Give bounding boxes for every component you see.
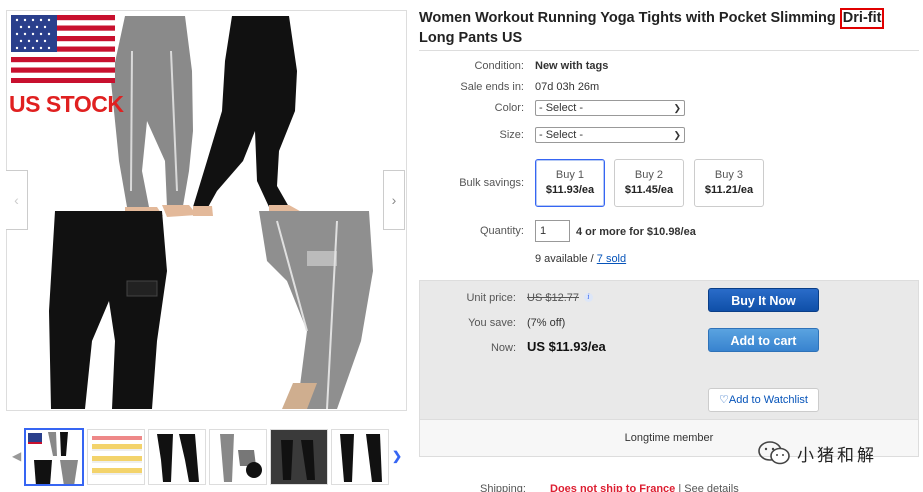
title-text-2: Long Pants US (419, 30, 523, 46)
condition-label: Condition: (474, 60, 524, 72)
sale-ends-value: 07d 03h 26m (535, 81, 600, 93)
thumbnail-5[interactable] (270, 429, 328, 485)
chevron-down-icon: ❯ (673, 130, 681, 140)
see-details-link[interactable]: | See details (675, 483, 738, 492)
sold-count-link[interactable]: 7 sold (597, 253, 626, 265)
add-to-cart-button[interactable]: Add to cart (708, 328, 819, 352)
title-highlight-dri-fit: Dri-fit (839, 8, 885, 29)
bulk-option-title: Buy 1 (555, 169, 585, 181)
title-divider (419, 50, 919, 51)
main-product-image[interactable]: US STOCK (6, 10, 407, 411)
size-select[interactable]: - Select - ❯ (535, 127, 685, 143)
thumbnail-6[interactable] (331, 429, 389, 485)
thumbs-prev-icon[interactable]: ◀ (12, 449, 21, 463)
availability: 9 available / 7 sold (535, 253, 626, 265)
gallery-prev-button[interactable]: ‹ (6, 170, 28, 230)
color-label: Color: (494, 102, 524, 114)
chevron-down-icon: ❯ (673, 103, 681, 113)
color-select-value: - Select - (539, 102, 584, 114)
bulk-option-buy-1[interactable]: Buy 1 $11.93/ea (535, 159, 605, 207)
bulk-option-title: Buy 3 (714, 169, 744, 181)
thumbnail-3[interactable] (148, 429, 206, 485)
thumbs-next-icon[interactable]: ❯ (392, 449, 402, 463)
bulk-option-price: $11.21/ea (704, 184, 754, 196)
gallery-next-button[interactable]: › (383, 170, 405, 230)
size-select-value: - Select - (539, 129, 584, 141)
thumbnail-4[interactable] (209, 429, 267, 485)
available-count: 9 available / (535, 253, 597, 265)
watchlist-label: Add to Watchlist (728, 394, 808, 406)
watermark-text: 小猪和解 (797, 445, 877, 465)
buy-it-now-button[interactable]: Buy It Now (708, 288, 819, 312)
quantity-label: Quantity: (479, 225, 524, 237)
shipping-value: Does not ship to France (550, 483, 676, 492)
info-icon[interactable]: i (584, 293, 593, 302)
chevron-right-icon: › (391, 192, 397, 208)
bulk-savings-label: Bulk savings: (459, 177, 524, 189)
unit-price-value: US $12.77 (527, 292, 579, 304)
thumbnail-2[interactable] (87, 429, 145, 485)
quantity-input[interactable]: 1 (535, 220, 570, 242)
chevron-left-icon: ‹ (14, 192, 19, 208)
bulk-option-title: Buy 2 (634, 169, 664, 181)
us-flag-icon (11, 15, 115, 83)
size-label: Size: (499, 129, 524, 141)
unit-price-label: Unit price: (466, 292, 516, 304)
quantity-offer: 4 or more for $10.98/ea (576, 226, 696, 238)
shipping-row: Shipping: Does not ship to France | See … (480, 483, 739, 492)
now-price-value: US $11.93/ea (527, 339, 606, 354)
listing-title: Women Workout Running Yoga Tights with P… (419, 8, 919, 47)
thumbnail-strip: ◀ ❯ (6, 425, 402, 489)
sale-ends-label: Sale ends in: (460, 81, 524, 93)
thumbnail-1[interactable] (24, 428, 84, 486)
add-to-watchlist-button[interactable]: ♡Add to Watchlist (708, 388, 819, 412)
bulk-option-price: $11.45/ea (624, 184, 674, 196)
bulk-option-buy-3[interactable]: Buy 3 $11.21/ea (694, 159, 764, 207)
us-stock-label: US STOCK (9, 91, 124, 117)
wechat-icon (758, 441, 790, 465)
shipping-label: Shipping: (480, 483, 526, 492)
wechat-watermark: 小猪和解 (757, 436, 877, 470)
you-save-label: You save: (468, 317, 516, 329)
bulk-option-price: $11.93/ea (545, 184, 595, 196)
heart-icon: ♡ (719, 394, 729, 406)
now-price-label: Now: (490, 342, 516, 354)
bulk-option-buy-2[interactable]: Buy 2 $11.45/ea (614, 159, 684, 207)
condition-value: New with tags (535, 60, 609, 72)
title-text-1: Women Workout Running Yoga Tights with P… (419, 10, 840, 26)
you-save-value: (7% off) (527, 317, 566, 329)
color-select[interactable]: - Select - ❯ (535, 100, 685, 116)
